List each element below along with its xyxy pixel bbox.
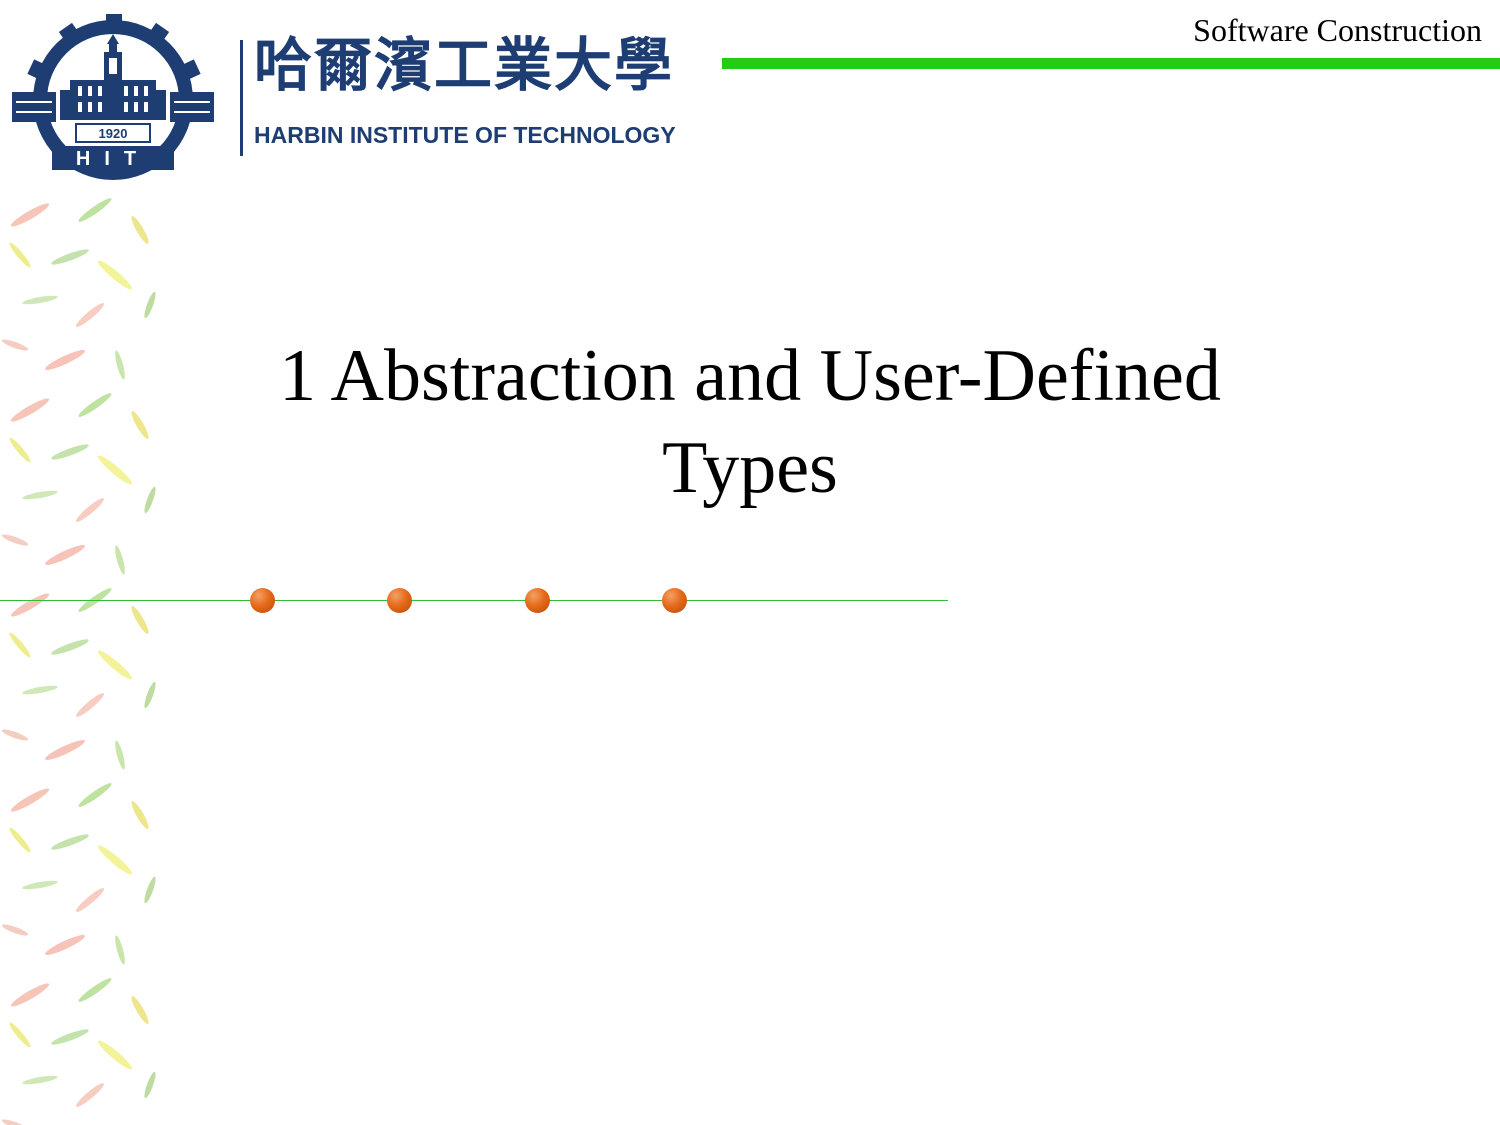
university-name-chinese: 哈爾濱工業大學 — [254, 31, 675, 99]
university-seal-logo: 1920 HIT — [12, 14, 214, 180]
course-name: Software Construction — [1193, 12, 1482, 48]
bullet-dot — [387, 588, 412, 613]
bullet-dot — [662, 588, 687, 613]
logo-divider — [240, 40, 243, 156]
university-name-english: HARBIN INSTITUTE OF TECHNOLOGY — [254, 122, 676, 148]
seal-year: 1920 — [99, 126, 128, 141]
seal-letters: HIT — [76, 148, 150, 170]
slide: 1920 HIT 哈爾濱工業大學 HARBIN INSTITUTE OF TEC… — [0, 0, 1500, 1125]
decorative-leaf-pattern — [0, 195, 158, 1125]
slide-title: 1 Abstraction and User-Defined Types — [150, 330, 1350, 514]
bullet-dot — [250, 588, 275, 613]
header-rule — [722, 58, 1500, 69]
divider-line — [0, 600, 948, 601]
slide-title-line-1: 1 Abstraction and User-Defined — [279, 335, 1221, 417]
bullet-dot — [525, 588, 550, 613]
slide-title-line-2: Types — [662, 427, 838, 509]
